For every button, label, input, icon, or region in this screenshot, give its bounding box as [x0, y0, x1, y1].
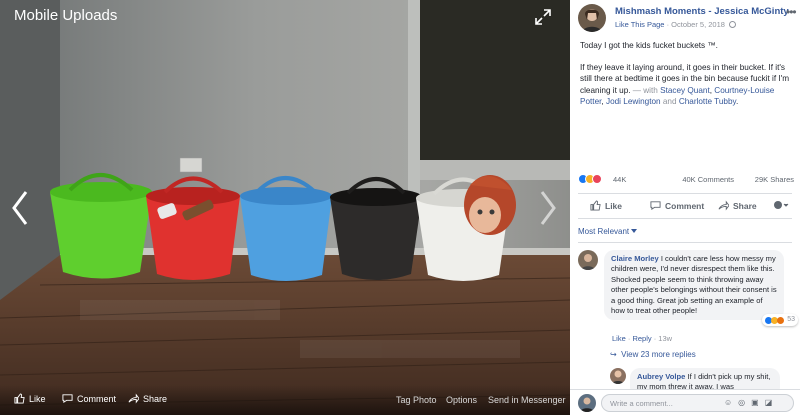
comment-bubble: Claire Morley I couldn't care less how m… — [604, 250, 798, 327]
tag-stacey[interactable]: Stacey Quant — [660, 86, 710, 95]
comment-sort-dropdown[interactable]: Most Relevant — [578, 227, 638, 236]
tag-photo-link[interactable]: Tag Photo — [396, 395, 437, 405]
thumbs-up-icon — [14, 393, 25, 404]
globe-icon — [729, 21, 737, 28]
comment-like-link[interactable]: Like — [612, 334, 626, 343]
post-text-p2-block: If they leave it laying around, it goes … — [580, 62, 792, 107]
comment-icon — [62, 394, 73, 404]
photo — [0, 0, 570, 415]
reaction-icons[interactable] — [578, 174, 602, 184]
photo-share-button[interactable]: Share — [128, 393, 167, 404]
photo-comment-label: Comment — [77, 393, 117, 404]
comment-text: I couldn't care less how messy my childr… — [611, 254, 777, 316]
reactions-row: 44K 40K Comments 29K Shares — [578, 174, 794, 186]
author-avatar[interactable] — [578, 4, 606, 32]
post-text: Today I got the kids fucket buckets ™. I… — [580, 40, 792, 118]
photo-viewer: Mobile Uploads Like Comment Share Tag Ph… — [0, 0, 570, 415]
angry-reaction-icon — [777, 316, 785, 324]
photo-like-label: Like — [29, 393, 46, 404]
comment-reply-link[interactable]: Reply — [632, 334, 651, 343]
comment-button[interactable]: Comment — [650, 200, 704, 211]
comment-composer: ☺ ◎ ▣ ◪ — [570, 389, 800, 415]
divider — [578, 218, 792, 219]
commenter-avatar[interactable] — [610, 368, 626, 384]
commenter-name[interactable]: Aubrey Volpe — [637, 372, 685, 381]
post-action-bar: Like Comment Share — [578, 196, 792, 216]
divider — [578, 193, 792, 194]
view-replies-link[interactable]: ↪ View 23 more replies — [610, 350, 696, 359]
more-options-icon[interactable]: ••• — [786, 5, 797, 19]
sticker-icon[interactable]: ◪ — [765, 398, 773, 407]
photo-share-label: Share — [143, 393, 168, 404]
audience-icon — [774, 201, 789, 209]
share-label: Share — [733, 200, 757, 211]
photo-comment-button[interactable]: Comment — [62, 393, 116, 404]
shares-count[interactable]: 29K Shares — [755, 175, 794, 184]
reply-arrow-icon: ↪ — [610, 350, 617, 359]
comment-time[interactable]: 13w — [658, 334, 672, 343]
post-author[interactable]: Mishmash Moments - Jessica McGinty — [615, 6, 789, 17]
share-icon — [128, 393, 139, 404]
composer-icons: ☺ ◎ ▣ ◪ — [724, 398, 772, 407]
comment-reaction-count: 53 — [787, 316, 795, 324]
tag-period: . — [736, 96, 739, 106]
camera-icon[interactable]: ◎ — [738, 398, 745, 407]
options-link[interactable]: Options — [446, 395, 477, 405]
photo-action-bar: Like Comment Share Tag Photo Options Sen… — [0, 385, 570, 415]
caret-down-icon — [631, 229, 638, 233]
share-button[interactable]: Share — [718, 200, 757, 211]
photo-like-button[interactable]: Like — [14, 393, 46, 404]
sort-label: Most Relevant — [578, 227, 630, 236]
black-bucket — [330, 177, 422, 280]
expand-icon[interactable] — [534, 8, 552, 26]
comment-icon — [650, 201, 661, 211]
divider — [578, 242, 792, 243]
view-replies-label: View 23 more replies — [621, 350, 696, 359]
commenter-name[interactable]: Claire Morley — [611, 254, 659, 263]
share-icon — [718, 200, 729, 211]
gif-icon[interactable]: ▣ — [751, 398, 759, 407]
post-panel: Mishmash Moments - Jessica McGinty ••• L… — [570, 0, 800, 415]
with-prefix: — with — [630, 85, 661, 95]
emoji-icon[interactable]: ☺ — [724, 398, 732, 407]
tag-charlotte[interactable]: Charlotte Tubby — [679, 97, 736, 106]
comment-links: Like · Reply · 13w — [612, 334, 673, 343]
love-reaction-icon — [592, 174, 602, 184]
previous-photo-icon[interactable] — [8, 188, 32, 228]
post-meta: Like This Page · October 5, 2018 — [615, 20, 737, 29]
comments-count[interactable]: 40K Comments — [682, 175, 734, 184]
thumbs-up-icon — [590, 200, 601, 211]
send-messenger-link[interactable]: Send in Messenger — [488, 395, 566, 405]
comment-item: Claire Morley I couldn't care less how m… — [578, 250, 798, 350]
current-user-avatar — [578, 394, 596, 412]
commenter-avatar[interactable] — [578, 250, 598, 270]
green-bucket — [50, 173, 152, 279]
album-title: Mobile Uploads — [14, 7, 118, 24]
blue-bucket — [240, 176, 332, 281]
next-photo-icon[interactable] — [536, 188, 560, 228]
post-date[interactable]: October 5, 2018 — [671, 20, 725, 29]
comment-reactions[interactable]: 53 — [762, 314, 798, 327]
red-bucket — [146, 176, 240, 280]
comment-label: Comment — [665, 200, 705, 211]
post-header: Mishmash Moments - Jessica McGinty ••• L… — [578, 4, 797, 34]
like-label: Like — [605, 200, 623, 211]
reaction-count[interactable]: 44K — [613, 175, 626, 184]
tag-jodi[interactable]: Jodi Lewington — [606, 97, 661, 106]
audience-selector[interactable] — [773, 200, 789, 210]
post-text-p1: Today I got the kids fucket buckets ™. — [580, 41, 718, 50]
like-button[interactable]: Like — [590, 200, 622, 211]
like-page-link[interactable]: Like This Page — [615, 20, 664, 29]
tag-and: and — [660, 96, 679, 106]
